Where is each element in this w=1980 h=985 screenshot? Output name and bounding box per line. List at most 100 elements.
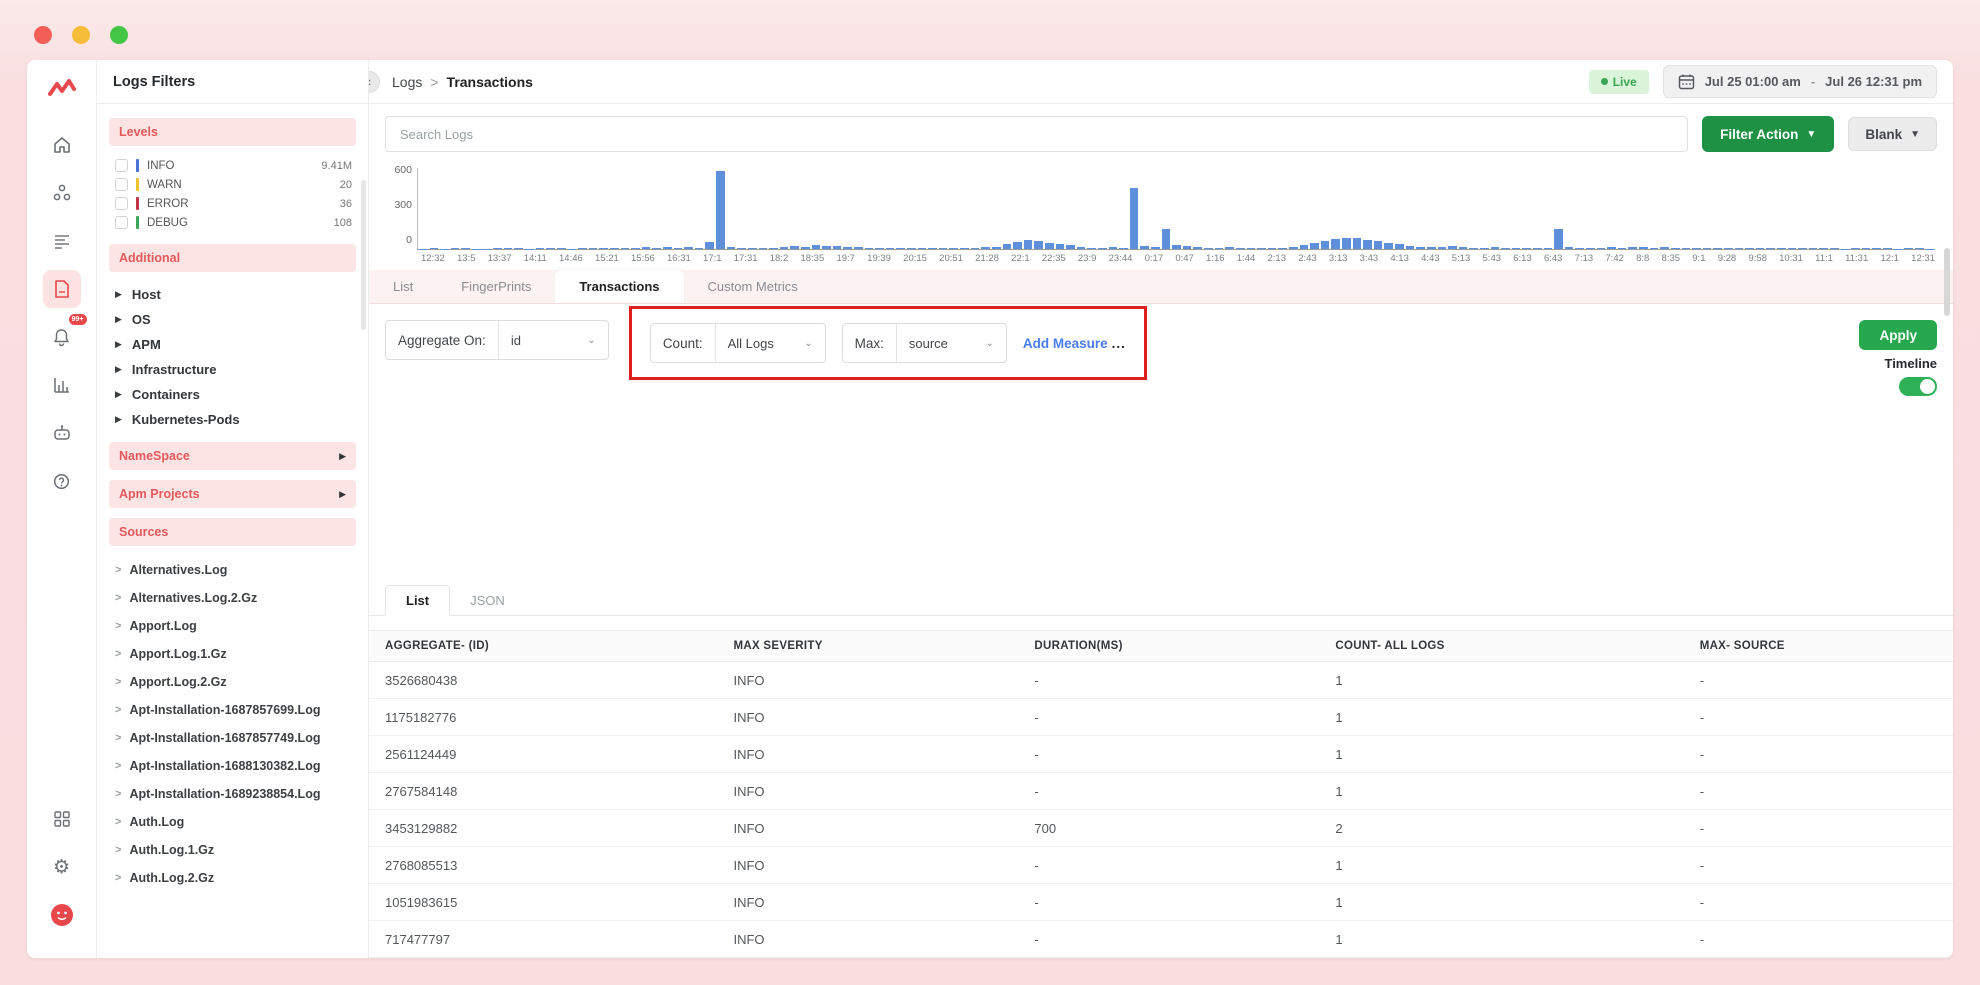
max-measure-group: Max: source ⌄	[842, 323, 1007, 363]
breadcrumb-root[interactable]: Logs	[392, 74, 422, 90]
namespace-section-header[interactable]: NameSpace ▶	[109, 442, 356, 470]
table-row[interactable]: 3453129882INFO7002-	[369, 810, 1953, 847]
level-checkbox[interactable]	[115, 197, 128, 210]
close-window-button[interactable]	[34, 26, 52, 44]
x-tick-label: 2:13	[1267, 253, 1286, 264]
max-select[interactable]: source ⌄	[896, 324, 1006, 362]
apply-button[interactable]: Apply	[1859, 320, 1937, 350]
aggregate-on-select[interactable]: id ⌄	[498, 321, 608, 359]
level-color-bar	[136, 216, 139, 229]
brand-logo[interactable]	[47, 78, 77, 100]
sources-list: > Alternatives.Log > Alternatives.Log.2.…	[109, 556, 356, 892]
results-tab-list[interactable]: List	[385, 585, 450, 616]
additional-section-header[interactable]: Additional	[109, 244, 356, 272]
minimize-window-button[interactable]	[72, 26, 90, 44]
x-tick-label: 6:13	[1513, 253, 1532, 264]
column-header[interactable]: MAX- SOURCE	[1684, 640, 1953, 652]
apm-projects-section-header[interactable]: Apm Projects ▶	[109, 480, 356, 508]
x-tick-label: 23:44	[1109, 253, 1133, 264]
source-filter-item[interactable]: > Alternatives.Log.2.Gz	[109, 584, 356, 612]
table-row[interactable]: 3526680438INFO-1-	[369, 662, 1953, 699]
sources-section-header[interactable]: Sources	[109, 518, 356, 546]
results-tab-json[interactable]: JSON	[450, 586, 525, 615]
column-header[interactable]: AGGREGATE- (ID)	[369, 640, 717, 652]
level-filter-row[interactable]: WARN 20	[109, 175, 356, 194]
filter-action-button[interactable]: Filter Action ▼	[1702, 116, 1834, 152]
table-row[interactable]: 2561124449INFO-1-	[369, 736, 1953, 773]
level-filter-row[interactable]: ERROR 36	[109, 194, 356, 213]
additional-filter-item[interactable]: ▶ Infrastructure	[109, 357, 356, 382]
cluster-icon[interactable]	[43, 174, 81, 212]
source-filter-item[interactable]: > Auth.Log.2.Gz	[109, 864, 356, 892]
source-filter-item[interactable]: > Apt-Installation-1688130382.Log	[109, 752, 356, 780]
logs-document-icon[interactable]	[43, 270, 81, 308]
more-options-icon[interactable]: ...	[1112, 336, 1126, 351]
additional-filter-item[interactable]: ▶ OS	[109, 307, 356, 332]
level-count: 9.41M	[321, 160, 352, 172]
table-row[interactable]: 1051983615INFO-1-	[369, 884, 1953, 921]
avatar[interactable]	[43, 896, 81, 934]
settings-gear-icon[interactable]: ⚙	[43, 848, 81, 886]
traces-icon[interactable]	[43, 222, 81, 260]
level-checkbox[interactable]	[115, 216, 128, 229]
table-row[interactable]: 2768085513INFO-1-	[369, 847, 1953, 884]
level-count: 108	[334, 217, 352, 229]
table-row[interactable]: 2767584148INFO-1-	[369, 773, 1953, 810]
source-filter-item[interactable]: > Apt-Installation-1687857749.Log	[109, 724, 356, 752]
zoom-window-button[interactable]	[110, 26, 128, 44]
column-header[interactable]: MAX SEVERITY	[717, 640, 1018, 652]
chart-x-axis: 12:3213:513:3714:1114:4615:2115:5616:311…	[381, 250, 1935, 270]
chart-plot-area[interactable]	[417, 168, 1935, 250]
count-select[interactable]: All Logs ⌄	[715, 324, 825, 362]
additional-filter-item[interactable]: ▶ Containers	[109, 382, 356, 407]
bot-icon[interactable]	[43, 414, 81, 452]
table-cell: 1	[1319, 673, 1683, 688]
blank-dropdown[interactable]: Blank ▼	[1848, 117, 1937, 151]
source-filter-item[interactable]: > Auth.Log	[109, 808, 356, 836]
breadcrumb-bar: ‹ Logs > Transactions Live	[369, 60, 1953, 104]
x-tick-label: 5:43	[1483, 253, 1502, 264]
source-filter-item[interactable]: > Apport.Log	[109, 612, 356, 640]
column-header[interactable]: COUNT- ALL LOGS	[1319, 640, 1683, 652]
expand-arrow-icon: ▶	[115, 414, 122, 425]
source-filter-item[interactable]: > Auth.Log.1.Gz	[109, 836, 356, 864]
main-scrollbar[interactable]	[1944, 248, 1950, 316]
column-header[interactable]: DURATION(MS)	[1018, 640, 1319, 652]
tab-custom-metrics[interactable]: Custom Metrics	[684, 270, 822, 303]
date-range-picker[interactable]: Jul 25 01:00 am - Jul 26 12:31 pm	[1663, 65, 1937, 98]
home-icon[interactable]	[43, 126, 81, 164]
source-filter-item[interactable]: > Alternatives.Log	[109, 556, 356, 584]
add-measure-link[interactable]: Add Measure ...	[1023, 336, 1126, 351]
alerts-bell-icon[interactable]: 99+	[43, 318, 81, 356]
dashboards-chart-icon[interactable]	[43, 366, 81, 404]
aggregate-controls: Aggregate On: id ⌄ Count: All Logs ⌄	[369, 304, 1953, 402]
table-row[interactable]: 1175182776INFO-1-	[369, 699, 1953, 736]
alerts-badge: 99+	[69, 314, 87, 325]
apps-grid-icon[interactable]	[43, 800, 81, 838]
levels-section-header[interactable]: Levels	[109, 118, 356, 146]
table-row[interactable]: 717477797INFO-1-	[369, 921, 1953, 958]
level-checkbox[interactable]	[115, 178, 128, 191]
source-filter-item[interactable]: > Apport.Log.2.Gz	[109, 668, 356, 696]
tab-list[interactable]: List	[369, 270, 437, 303]
x-tick-label: 14:11	[524, 253, 547, 264]
live-badge[interactable]: Live	[1589, 70, 1649, 94]
help-icon[interactable]	[43, 462, 81, 500]
level-filter-row[interactable]: INFO 9.41M	[109, 156, 356, 175]
level-filter-row[interactable]: DEBUG 108	[109, 213, 356, 232]
timeline-toggle[interactable]	[1899, 377, 1937, 396]
additional-filter-item[interactable]: ▶ APM	[109, 332, 356, 357]
collapse-panel-button[interactable]: ‹	[369, 71, 380, 93]
level-color-bar	[136, 197, 139, 210]
source-filter-item[interactable]: > Apport.Log.1.Gz	[109, 640, 356, 668]
additional-filter-item[interactable]: ▶ Kubernetes-Pods	[109, 407, 356, 432]
tab-fingerprints[interactable]: FingerPrints	[437, 270, 555, 303]
source-filter-item[interactable]: > Apt-Installation-1687857699.Log	[109, 696, 356, 724]
tab-transactions[interactable]: Transactions	[555, 270, 683, 303]
table-cell: 2767584148	[369, 784, 717, 799]
filters-scrollbar[interactable]	[361, 180, 366, 330]
additional-filter-item[interactable]: ▶ Host	[109, 282, 356, 307]
source-filter-item[interactable]: > Apt-Installation-1689238854.Log	[109, 780, 356, 808]
level-checkbox[interactable]	[115, 159, 128, 172]
search-input[interactable]	[385, 116, 1688, 152]
